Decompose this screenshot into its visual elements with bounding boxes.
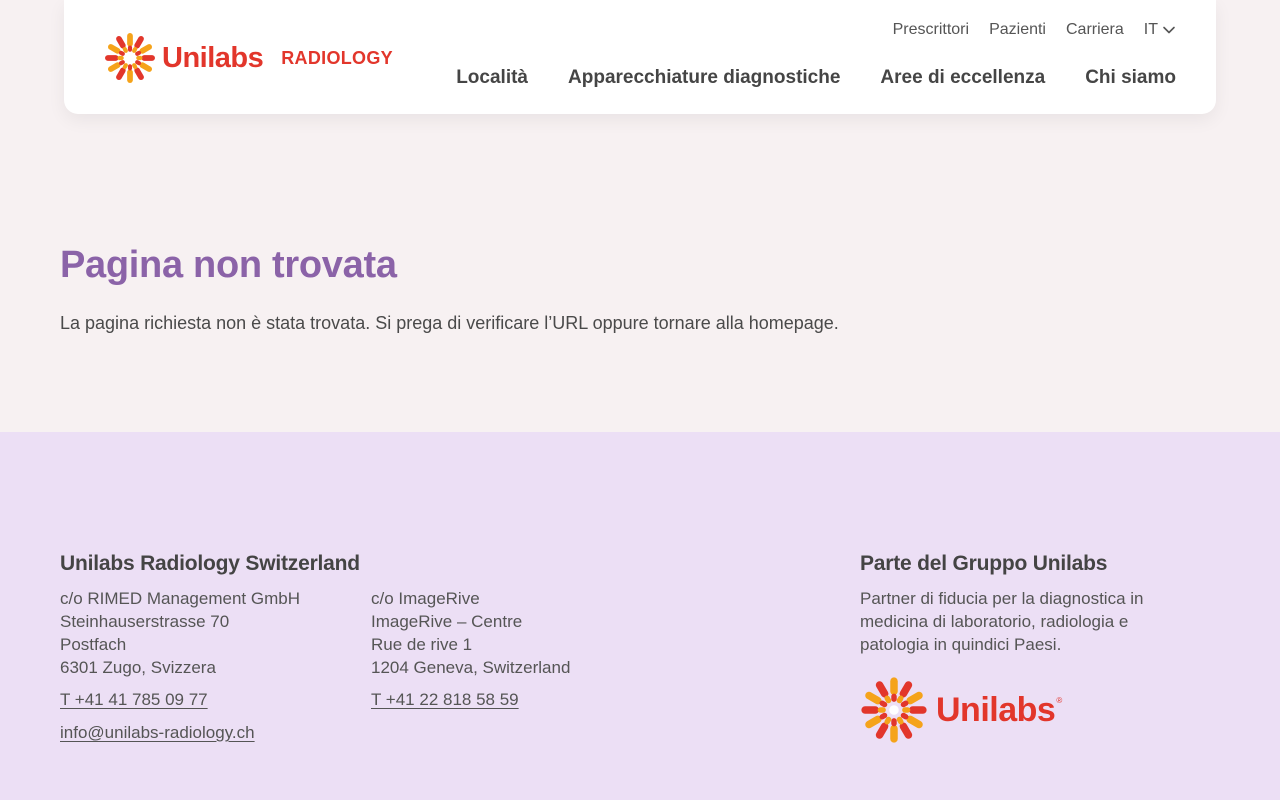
logo-subtitle: RADIOLOGY: [281, 47, 393, 68]
address-geneva: c/o ImageRive ImageRive – Centre Rue de …: [371, 587, 570, 744]
address-line: ImageRive – Centre: [371, 612, 523, 631]
address-line: c/o ImageRive: [371, 589, 480, 608]
chevron-down-icon: [1163, 26, 1175, 34]
registered-mark: ®: [1056, 696, 1063, 705]
address-line: c/o RIMED Management GmbH: [60, 589, 300, 608]
address-line: 6301 Zugo, Svizzera: [60, 658, 216, 677]
sunburst-logo-icon: [861, 677, 927, 743]
unilabs-radiology-logo[interactable]: Unilabs RADIOLOGY: [104, 32, 393, 84]
nav-link-aree-eccellenza[interactable]: Aree di eccellenza: [880, 67, 1045, 89]
main-content: Pagina non trovata La pagina richiesta n…: [60, 244, 1220, 334]
site-footer: Unilabs Radiology Switzerland c/o RIMED …: [0, 432, 1280, 800]
nav-link-pazienti[interactable]: Pazienti: [989, 21, 1046, 39]
phone-link-zug[interactable]: T +41 41 785 09 77: [60, 688, 208, 711]
nav-link-localita[interactable]: Località: [456, 67, 528, 89]
address-line: 1204 Geneva, Switzerland: [371, 658, 571, 677]
group-logo-wordmark: Unilabs: [936, 690, 1056, 729]
logo-wordmark: Unilabs: [162, 41, 264, 74]
page-title: Pagina non trovata: [60, 244, 397, 286]
nav-link-chi-siamo[interactable]: Chi siamo: [1085, 67, 1176, 89]
error-message: La pagina richiesta non è stata trovata.…: [60, 313, 839, 333]
nav-link-apparecchiature[interactable]: Apparecchiature diagnostiche: [568, 67, 840, 89]
footer-group: Parte del Gruppo Unilabs Partner di fidu…: [860, 552, 1200, 744]
nav-link-prescrittori[interactable]: Prescrittori: [893, 21, 969, 39]
footer-contact: Unilabs Radiology Switzerland c/o RIMED …: [60, 552, 620, 744]
main-nav: Località Apparecchiature diagnostiche Ar…: [456, 67, 1176, 89]
address-line: Steinhauserstrasse 70: [60, 612, 230, 631]
nav-link-carriera[interactable]: Carriera: [1066, 21, 1124, 39]
email-link[interactable]: info@unilabs-radiology.ch: [60, 721, 255, 744]
address-line: Rue de rive 1: [371, 635, 473, 654]
unilabs-group-logo[interactable]: Unilabs ®: [860, 676, 1200, 744]
language-label: IT: [1143, 21, 1158, 38]
utility-nav: Prescrittori Pazienti Carriera IT: [893, 21, 1176, 39]
address-zug: c/o RIMED Management GmbH Steinhauserstr…: [60, 587, 371, 744]
phone-link-geneva[interactable]: T +41 22 818 58 59: [371, 688, 519, 711]
footer-company-title: Unilabs Radiology Switzerland: [60, 552, 360, 575]
language-selector[interactable]: IT: [1144, 21, 1176, 39]
site-header: Unilabs RADIOLOGY Prescrittori Pazienti …: [64, 0, 1216, 114]
address-line: Postfach: [60, 635, 127, 654]
footer-group-title: Parte del Gruppo Unilabs: [860, 552, 1108, 575]
footer-group-text: Partner di fiducia per la diagnostica in…: [860, 589, 1144, 654]
sunburst-logo-icon: [105, 33, 155, 83]
